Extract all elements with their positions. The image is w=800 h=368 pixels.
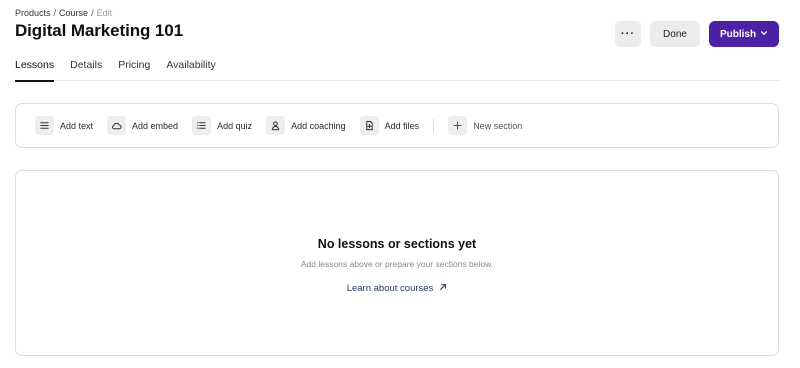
- breadcrumb-edit: Edit: [96, 8, 113, 18]
- tab-pricing[interactable]: Pricing: [118, 58, 150, 81]
- breadcrumb-course[interactable]: Course: [59, 8, 88, 18]
- plus-icon: [448, 116, 468, 135]
- tab-details[interactable]: Details: [70, 58, 102, 81]
- done-button[interactable]: Done: [650, 21, 700, 47]
- breadcrumb-separator: /: [91, 8, 94, 18]
- add-text-button[interactable]: Add text: [35, 116, 93, 135]
- publish-label: Publish: [719, 28, 757, 40]
- page-title: Digital Marketing 101: [15, 21, 183, 40]
- learn-about-courses-link[interactable]: Learn about courses: [347, 283, 448, 294]
- empty-state-subtitle: Add lessons above or prepare your sectio…: [300, 259, 494, 269]
- add-text-label: Add text: [60, 120, 94, 131]
- learn-link-label: Learn about courses: [346, 283, 434, 294]
- chevron-down-icon: [760, 29, 768, 39]
- empty-state-title: No lessons or sections yet: [317, 237, 477, 251]
- publish-button[interactable]: Publish: [709, 21, 779, 47]
- breadcrumb-separator: /: [53, 8, 57, 18]
- breadcrumb: Products / Course / Edit: [15, 8, 112, 18]
- tab-bar: Lessons Details Pricing Availability: [15, 58, 779, 82]
- add-quiz-label: Add quiz: [217, 120, 253, 131]
- header-actions: ··· Done Publish: [615, 21, 779, 47]
- tab-lessons[interactable]: Lessons: [15, 58, 55, 82]
- file-plus-icon: [359, 116, 379, 135]
- toolbar-divider: [433, 118, 435, 133]
- arrow-up-right-icon: [439, 283, 447, 294]
- text-lines-icon: [35, 116, 54, 135]
- add-quiz-button[interactable]: Add quiz: [192, 116, 252, 135]
- cloud-icon: [107, 116, 127, 135]
- lesson-toolbar: Add text Add embed Add quiz Add coaching…: [15, 103, 779, 148]
- add-files-label: Add files: [384, 120, 420, 131]
- more-options-button[interactable]: ···: [615, 21, 641, 47]
- new-section-button[interactable]: New section: [448, 116, 522, 135]
- add-coaching-label: Add coaching: [291, 120, 346, 131]
- add-embed-label: Add embed: [132, 120, 179, 131]
- person-icon: [266, 116, 286, 135]
- empty-state-panel: No lessons or sections yet Add lessons a…: [15, 170, 779, 356]
- breadcrumb-products[interactable]: Products: [15, 8, 51, 18]
- list-icon: [192, 116, 212, 135]
- add-files-button[interactable]: Add files: [359, 116, 420, 135]
- new-section-label: New section: [473, 120, 523, 131]
- add-coaching-button[interactable]: Add coaching: [266, 116, 346, 135]
- add-embed-button[interactable]: Add embed: [107, 116, 178, 135]
- tab-availability[interactable]: Availability: [166, 58, 215, 81]
